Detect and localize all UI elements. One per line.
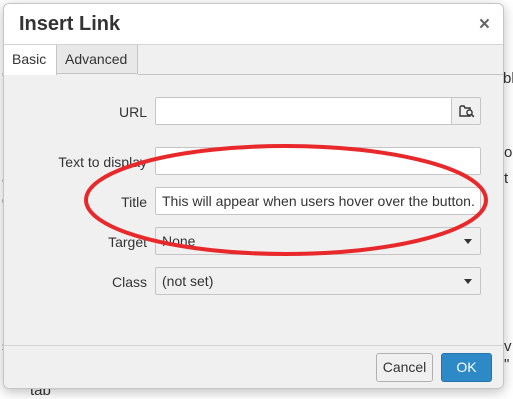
text-to-display-label: Text to display [58,154,147,170]
dialog-titlebar: Insert Link × [4,4,503,45]
class-value: (not set) [162,273,214,289]
url-input[interactable] [155,97,452,125]
cancel-button[interactable]: Cancel [376,353,433,382]
chevron-down-icon [464,239,472,244]
class-label: Class [111,274,147,290]
target-value: None [162,233,196,249]
dialog-title: Insert Link [19,13,121,35]
target-select[interactable]: None [155,227,481,255]
background-text-fragment: v [504,338,512,355]
background-text-fragment: blo [503,70,513,87]
url-label: URL [118,104,147,120]
background-text-fragment: " [504,356,510,373]
browse-folder-icon [459,105,475,118]
background-text-fragment: t [504,170,509,187]
browse-button[interactable] [451,97,481,125]
ok-button[interactable]: OK [441,353,492,382]
chevron-down-icon [464,279,472,284]
tab-advanced[interactable]: Advanced [57,45,138,74]
tab-basic[interactable]: Basic [4,45,57,75]
close-icon[interactable]: × [479,15,490,34]
title-input[interactable]: This will appear when users hover over t… [155,187,481,215]
title-label: Title [121,194,147,210]
insert-link-dialog: Insert Link × Basic Advanced URL Text to… [3,3,504,389]
target-label: Target [108,234,147,250]
tab-bar: Basic Advanced [4,45,503,75]
background-text-fragment: o [504,144,513,161]
dialog-body: URL Text to display Title This will appe… [4,75,503,345]
class-select[interactable]: (not set) [155,267,481,295]
text-to-display-input[interactable] [155,147,481,175]
dialog-footer: Cancel OK [4,345,503,388]
